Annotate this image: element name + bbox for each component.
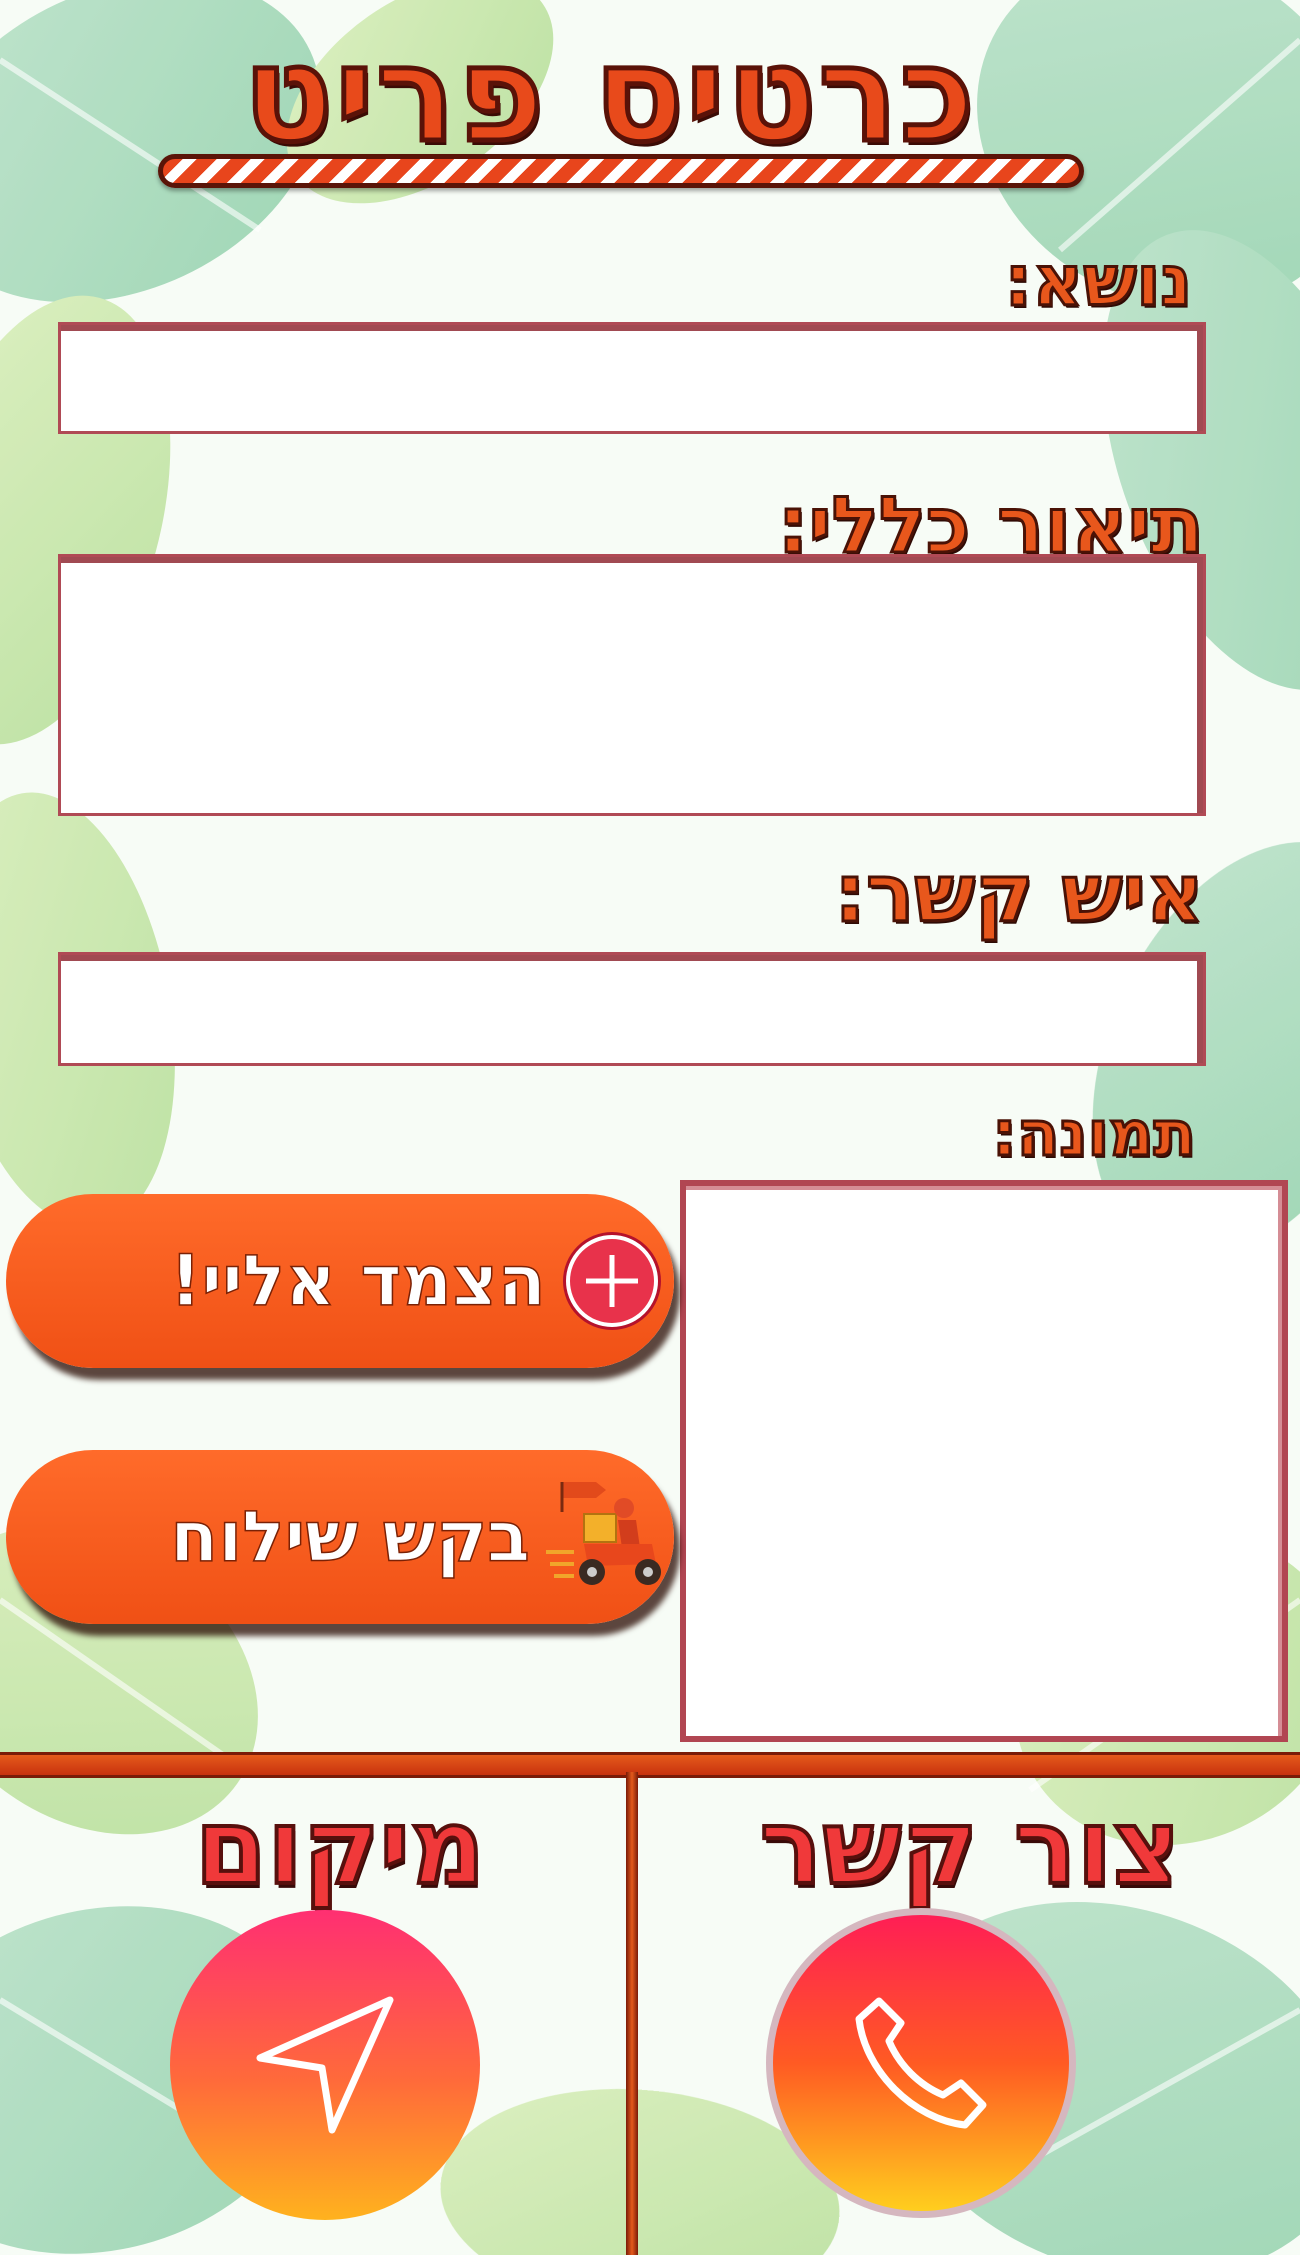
contact-us-button[interactable]: [766, 1908, 1076, 2218]
footer-divider-band: [0, 1752, 1300, 1778]
title-underline-bar: [158, 154, 1084, 188]
phone-icon: [855, 1997, 987, 2129]
location-button[interactable]: [170, 1910, 480, 2220]
navigation-arrow-icon: [256, 1996, 394, 2134]
description-field-frame: [58, 554, 1206, 816]
contact-us-title: צור קשר: [758, 1784, 1182, 1910]
contact-field-frame: [58, 952, 1206, 1066]
subject-input[interactable]: [61, 325, 1203, 431]
attach-button-label: הצמד אליי!: [169, 1239, 547, 1323]
plus-circle-icon: [566, 1235, 658, 1327]
delivery-button-label: בקש שילוח: [169, 1495, 530, 1579]
subject-label: נושא:: [1003, 239, 1194, 324]
footer-vertical-divider: [626, 1772, 638, 2255]
request-delivery-button[interactable]: בקש שילוח: [6, 1450, 674, 1624]
contact-person-input[interactable]: [61, 955, 1203, 1063]
image-label: תמונה:: [991, 1096, 1198, 1172]
subject-field-frame: [58, 322, 1206, 434]
image-upload-area[interactable]: [680, 1180, 1288, 1742]
location-title: מיקום: [193, 1784, 488, 1910]
attach-to-me-button[interactable]: הצמד אליי!: [6, 1194, 674, 1368]
description-textarea[interactable]: [61, 557, 1203, 813]
delivery-scooter-icon: [546, 1482, 661, 1585]
page-title: כרטיס פריט: [241, 18, 977, 173]
contact-person-label: איש קשר:: [832, 846, 1205, 942]
